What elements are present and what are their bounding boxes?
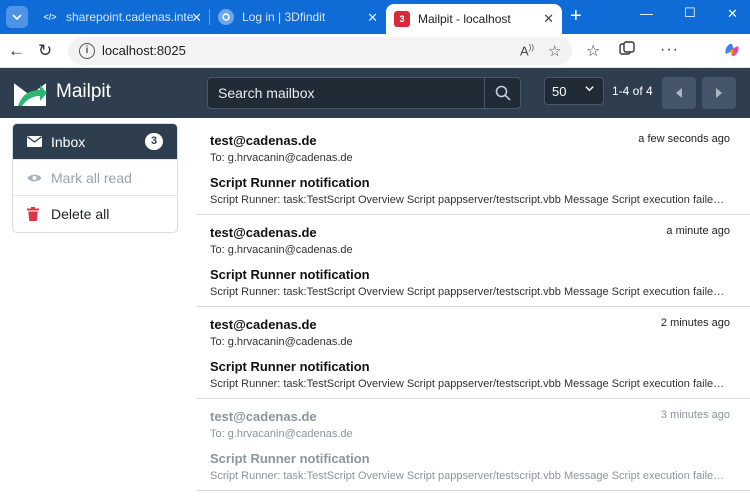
tab-title: sharepoint.cadenas.intern: [66, 10, 194, 24]
3dfindit-favicon-icon: [218, 9, 234, 25]
message-to: To: g.hrvacanin@cadenas.de: [210, 244, 353, 256]
unread-count-badge: 3: [145, 133, 163, 150]
more-menu-icon[interactable]: ···: [660, 41, 679, 59]
message-snippet: Script Runner: task:TestScript Overview …: [210, 194, 730, 206]
trash-icon: [27, 207, 43, 221]
mailpit-logo-icon[interactable]: [12, 76, 48, 110]
browser-tab-3dfindit[interactable]: Log in | 3Dfindit ✕: [210, 0, 386, 34]
tab-title: Log in | 3Dfindit: [242, 10, 326, 24]
message-from: test@cadenas.de: [210, 317, 317, 332]
mailpit-favicon-icon: 3: [394, 11, 410, 27]
search-input[interactable]: [208, 78, 486, 108]
chevron-down-icon: [12, 14, 22, 21]
message-subject: Script Runner notification: [210, 267, 370, 282]
search-icon: [495, 85, 511, 101]
browser-tab-sharepoint[interactable]: </> sharepoint.cadenas.intern ✕: [34, 0, 210, 34]
sidebar-item-label: Mark all read: [51, 169, 132, 186]
message-row[interactable]: test@cadenas.de a minute ago To: g.hrvac…: [196, 215, 750, 307]
browser-tab-mailpit[interactable]: 3 Mailpit - localhost ✕: [386, 4, 562, 34]
tab-actions-menu-button[interactable]: [6, 6, 28, 28]
search-button[interactable]: [484, 78, 520, 108]
maximize-window-icon[interactable]: ☐: [684, 5, 696, 21]
new-tab-icon[interactable]: +: [570, 5, 582, 28]
sidebar-item-inbox[interactable]: Inbox 3: [13, 124, 177, 160]
message-to: To: g.hrvacanin@cadenas.de: [210, 428, 353, 440]
browser-tab-strip: </> sharepoint.cadenas.intern ✕ Log in |…: [0, 0, 750, 34]
reload-icon[interactable]: ↻: [38, 41, 52, 61]
message-from: test@cadenas.de: [210, 133, 317, 148]
message-list: test@cadenas.de a few seconds ago To: g.…: [196, 123, 750, 501]
message-row[interactable]: test@cadenas.de 3 minutes ago To: g.hrva…: [196, 399, 750, 491]
omnibox[interactable]: i localhost:8025 A)) ☆: [68, 37, 572, 65]
read-aloud-icon[interactable]: A)): [520, 43, 534, 58]
per-page-select[interactable]: 50: [544, 77, 604, 105]
envelope-icon: [27, 136, 43, 147]
close-tab-icon[interactable]: ✕: [367, 10, 378, 26]
message-subject: Script Runner notification: [210, 175, 370, 190]
previous-page-button[interactable]: [662, 77, 696, 109]
mailbox-sidebar: Inbox 3 Mark all read Delete all: [12, 123, 178, 233]
browser-address-bar: ← ↻ i localhost:8025 A)) ☆ ☆ ···: [0, 34, 750, 68]
message-time: a minute ago: [666, 225, 730, 237]
message-time: a few seconds ago: [638, 133, 730, 145]
sharepoint-favicon-icon: </>: [43, 12, 57, 22]
message-snippet: Script Runner: task:TestScript Overview …: [210, 470, 730, 482]
chevron-left-icon: [676, 88, 682, 98]
message-snippet: Script Runner: task:TestScript Overview …: [210, 286, 730, 298]
copilot-icon[interactable]: [722, 40, 742, 65]
message-row[interactable]: test@cadenas.de a few seconds ago To: g.…: [196, 123, 750, 215]
message-subject: Script Runner notification: [210, 359, 370, 374]
close-tab-icon[interactable]: ✕: [191, 10, 202, 26]
search-box: [207, 77, 521, 109]
site-info-icon[interactable]: i: [79, 43, 95, 59]
message-row[interactable]: test@cadenas.de 2 minutes ago To: g.hrva…: [196, 307, 750, 399]
message-from: test@cadenas.de: [210, 409, 317, 424]
message-subject: Script Runner notification: [210, 451, 370, 466]
favorites-icon[interactable]: ☆: [586, 41, 600, 61]
message-snippet: Script Runner: task:TestScript Overview …: [210, 378, 730, 390]
message-from: test@cadenas.de: [210, 225, 317, 240]
sidebar-item-label: Inbox: [51, 133, 86, 150]
mailpit-navbar: Mailpit 50 1-4 of 4: [0, 68, 750, 118]
sidebar-item-mark-all-read[interactable]: Mark all read: [13, 160, 177, 196]
minimize-window-icon[interactable]: —: [640, 6, 653, 21]
sidebar-item-label: Delete all: [51, 206, 110, 222]
favicon-badge: 3: [399, 14, 405, 24]
close-tab-icon[interactable]: ✕: [543, 11, 554, 27]
url-text[interactable]: localhost:8025: [102, 43, 186, 58]
sidebar-item-delete-all[interactable]: Delete all: [13, 196, 177, 232]
message-to: To: g.hrvacanin@cadenas.de: [210, 336, 353, 348]
message-time: 3 minutes ago: [660, 409, 730, 421]
back-arrow-icon[interactable]: ←: [8, 41, 25, 61]
eye-icon: [27, 173, 43, 183]
chevron-down-icon: [584, 83, 595, 97]
pagination-info: 1-4 of 4: [612, 84, 653, 98]
message-time: 2 minutes ago: [660, 317, 730, 329]
tab-title: Mailpit - localhost: [418, 12, 511, 26]
message-to: To: g.hrvacanin@cadenas.de: [210, 152, 353, 164]
next-page-button[interactable]: [702, 77, 736, 109]
favorite-star-icon[interactable]: ☆: [548, 42, 561, 60]
chevron-right-icon: [716, 88, 722, 98]
browser-extensions-icon[interactable]: [618, 40, 636, 63]
per-page-value: 50: [552, 84, 567, 99]
close-window-icon[interactable]: ✕: [727, 6, 738, 22]
brand-name[interactable]: Mailpit: [56, 81, 111, 103]
